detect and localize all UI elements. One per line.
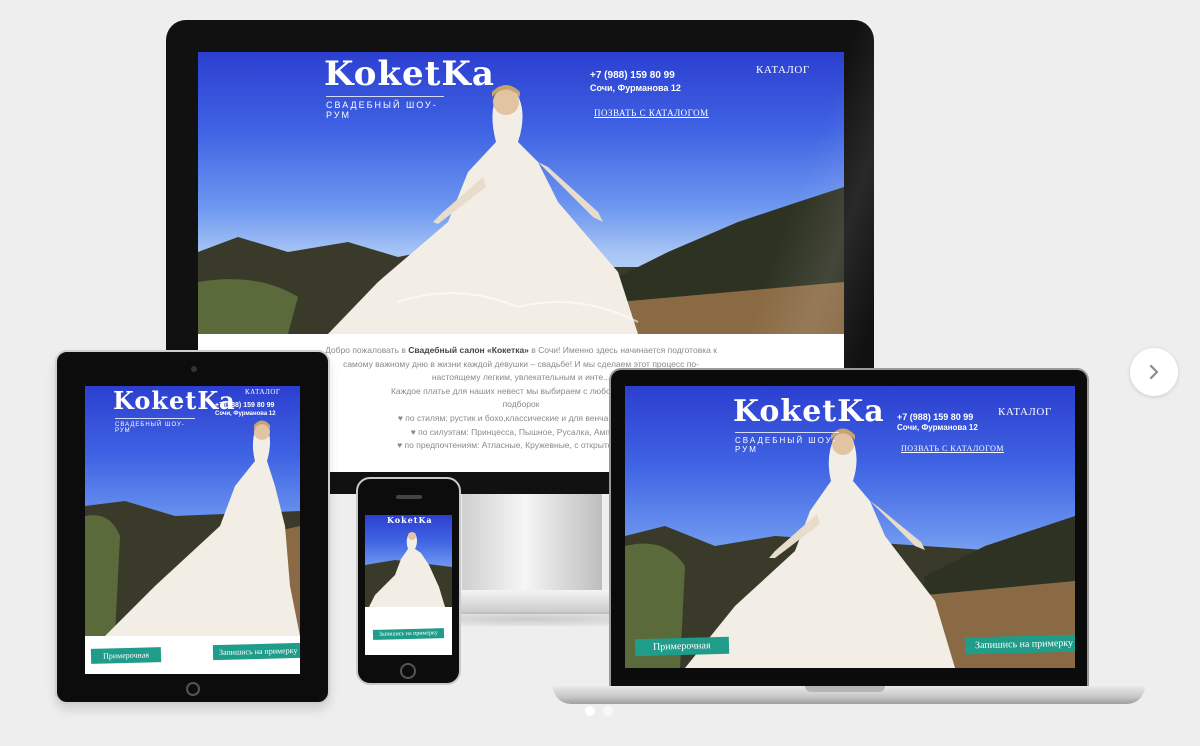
header-phone[interactable]: +7 (988) 159 80 99 (590, 70, 675, 83)
laptop-notch (805, 686, 885, 692)
carousel-dot-2[interactable] (603, 706, 613, 716)
header-address: Сочи, Фурманова 12 (215, 411, 276, 417)
tablet-screen: KoketKa СВАДЕБНЫЙ ШОУ-РУМ +7 (988) 159 8… (85, 386, 300, 674)
salon-name: Свадебный салон «Кокетка» (408, 345, 529, 355)
site-tagline: СВАДЕБНЫЙ ШОУ-РУМ (115, 418, 195, 434)
tablet-camera (191, 366, 197, 372)
site-tagline: СВАДЕБНЫЙ ШОУ-РУМ (326, 96, 444, 120)
smartphone: KoketKa Запишись на примерку (356, 477, 461, 685)
bride-photo (365, 532, 452, 607)
tablet: KoketKa СВАДЕБНЫЙ ШОУ-РУМ +7 (988) 159 8… (55, 350, 330, 704)
site-logo[interactable]: KoketKa (733, 394, 885, 429)
site-logo[interactable]: KoketKa (387, 515, 433, 525)
site-logo[interactable]: KoketKa (324, 54, 495, 94)
catalog-link[interactable]: КАТАЛОГ (998, 406, 1052, 418)
fitting-room-button[interactable]: Примерочная (634, 636, 729, 657)
chevron-right-icon (1149, 364, 1159, 380)
carousel-dot-1-active[interactable] (585, 706, 595, 716)
signup-fitting-button[interactable]: Запишись на примерку (212, 642, 300, 661)
catalog-link[interactable]: КАТАЛОГ (245, 388, 280, 396)
intro-text-suffix: в Сочи! Именно здесь начинается подготов… (531, 345, 717, 355)
hero-image: KoketKa СВАДЕБНЫЙ ШОУ-РУМ +7 (988) 159 8… (625, 386, 1075, 668)
tablet-home-button (186, 682, 200, 696)
site-tagline: СВАДЕБНЫЙ ШОУ-РУМ (735, 432, 839, 454)
laptop-screen: KoketKa СВАДЕБНЫЙ ШОУ-РУМ +7 (988) 159 8… (625, 386, 1075, 668)
hero-image: KoketKa (365, 515, 452, 607)
catalog-link[interactable]: КАТАЛОГ (756, 64, 810, 76)
intro-text-prefix: Добро пожаловать в (325, 345, 406, 355)
call-with-catalog-link[interactable]: ПОЗВАТЬ С КАТАЛОГОМ (594, 108, 709, 118)
hero-image: KoketKa СВАДЕБНЫЙ ШОУ-РУМ +7 (988) 159 8… (85, 386, 300, 636)
intro-line-1: Добро пожаловать в Свадебный салон «Коке… (278, 344, 764, 358)
monitor-stand (462, 494, 602, 594)
phone-home-button (400, 663, 416, 679)
header-address: Сочи, Фурманова 12 (897, 423, 978, 432)
bride-photo (198, 85, 844, 334)
fitting-room-button[interactable]: Примерочная (90, 647, 162, 664)
carousel-next-button[interactable] (1130, 348, 1178, 396)
header-address: Сочи, Фурманова 12 (590, 83, 681, 93)
phone-screen: KoketKa Запишись на примерку (365, 515, 452, 655)
call-with-catalog-link[interactable]: ПОЗВАТЬ С КАТАЛОГОМ (901, 444, 1004, 453)
hero-image: KoketKa СВАДЕБНЫЙ ШОУ-РУМ +7 (988) 159 8… (198, 52, 844, 334)
phone-speaker (396, 495, 422, 499)
signup-fitting-button[interactable]: Запишись на примерку (964, 634, 1075, 655)
monitor-stand-base (440, 590, 626, 614)
laptop: KoketKa СВАДЕБНЫЙ ШОУ-РУМ +7 (988) 159 8… (609, 368, 1089, 688)
signup-fitting-button[interactable]: Запишись на примерку (372, 628, 444, 640)
header-phone[interactable]: +7 (988) 159 80 99 (897, 412, 973, 423)
header-phone[interactable]: +7 (988) 159 80 99 (215, 402, 274, 411)
